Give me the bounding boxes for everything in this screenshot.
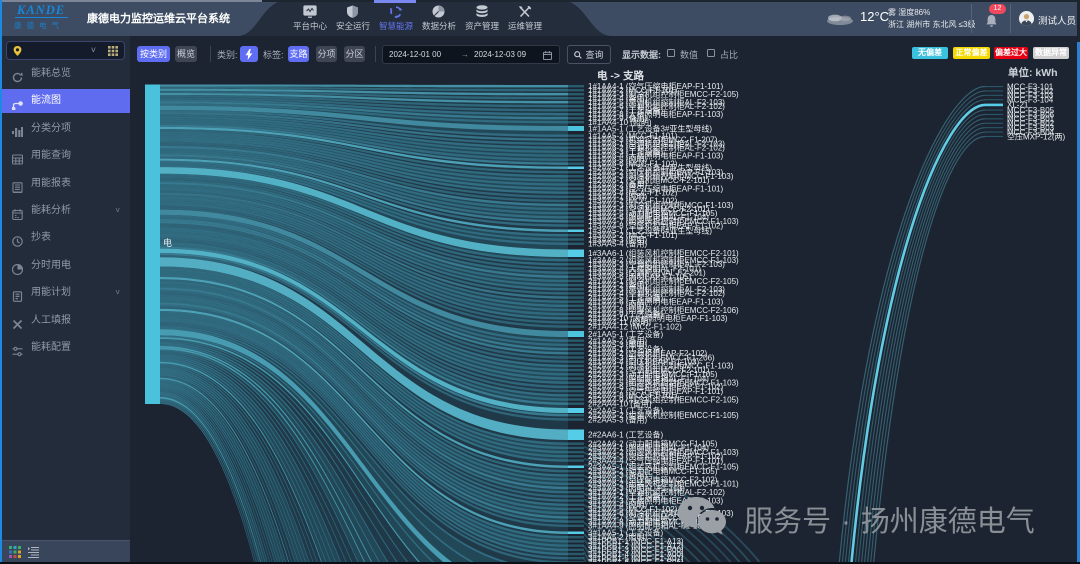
svg-text:空压MXP-12(两): 空压MXP-12(两) — [1007, 131, 1066, 141]
svg-text:电 -> 支路: 电 -> 支路 — [597, 69, 644, 82]
svg-text:2#2AA5-3 (备用): 2#2AA5-3 (备用) — [588, 414, 647, 424]
svg-text:电: 电 — [163, 237, 172, 248]
svg-text:1#3AA5-4 (备用): 1#3AA5-4 (备用) — [588, 239, 647, 249]
svg-text:2#2AA6-1 (工艺设备): 2#2AA6-1 (工艺设备) — [588, 430, 663, 440]
